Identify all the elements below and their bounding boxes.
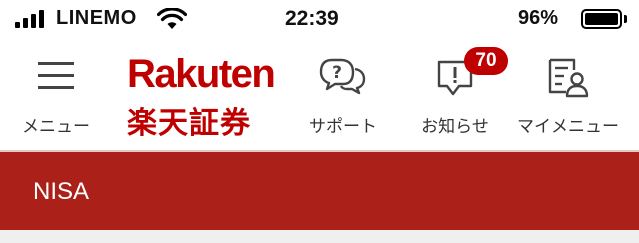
support-label: サポート [309,117,377,137]
carrier-name: LINEMO [56,7,137,29]
menu-label: メニュー [22,117,90,137]
logo-text-en: Rakuten [127,52,276,96]
page-title: NISA [33,178,90,205]
notifications-label: お知らせ [421,117,489,137]
hamburger-icon [38,62,74,89]
support-button[interactable]: ? サポート [293,56,393,146]
support-chat-icon: ? [319,58,366,95]
content-area [0,230,639,243]
status-bar: LINEMO 22:39 96% [0,0,639,40]
menu-button[interactable]: メニュー [6,56,106,146]
svg-text:?: ? [332,63,342,83]
wifi-icon [157,8,187,29]
mymenu-button[interactable]: マイメニュー [517,56,619,146]
logo-text-ja: 楽天証券 [127,106,251,141]
battery-icon [581,9,622,29]
notification-count-badge: 70 [464,47,508,75]
battery-cap [624,15,627,23]
cellular-signal-icon [15,10,47,28]
battery-percentage: 96% [518,7,559,29]
rakuten-securities-logo[interactable]: Rakuten 楽天証券 [124,52,282,142]
mymenu-label: マイメニュー [517,117,619,137]
clock: 22:39 [285,7,339,30]
page-title-bar: NISA [0,152,639,230]
app-header: メニュー ? サポート お知らせ マイメニュー [0,40,639,150]
my-menu-user-icon [548,58,589,98]
